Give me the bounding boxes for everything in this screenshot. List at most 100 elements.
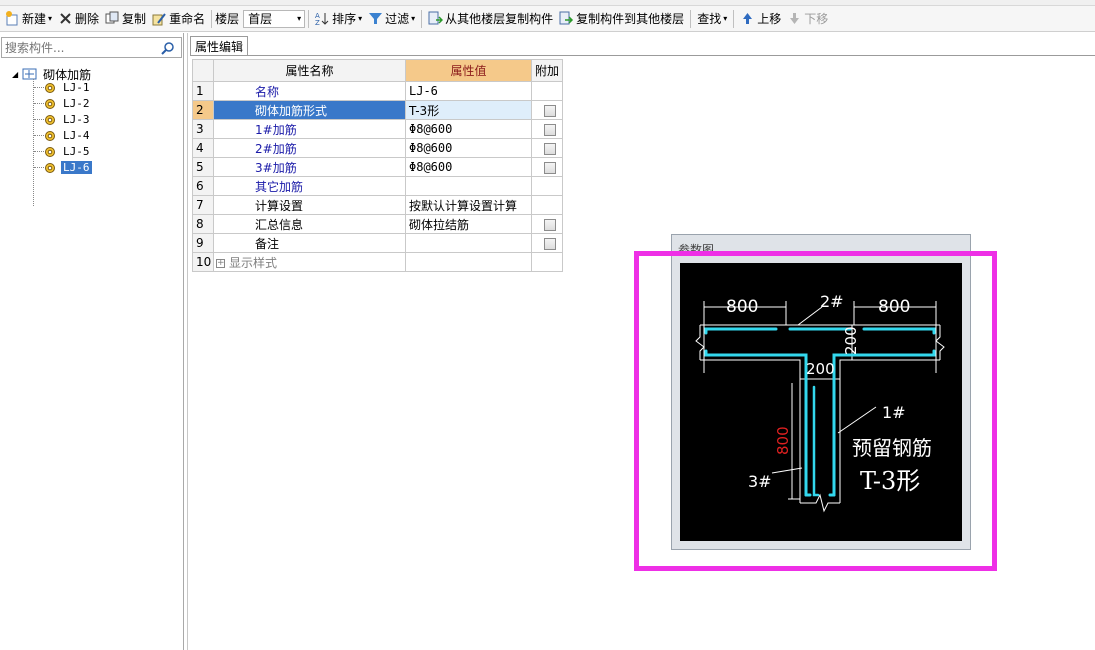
copy-icon <box>105 11 120 26</box>
extra-cell <box>531 100 563 120</box>
table-row[interactable]: 4 2#加筋 Φ8@600 <box>192 138 563 158</box>
gear-icon <box>45 162 55 173</box>
tree-item-lj1[interactable]: LJ-1 <box>44 80 92 95</box>
extra-checkbox[interactable] <box>544 237 556 250</box>
dim-web-800: 800 <box>774 426 792 455</box>
rename-button[interactable]: 重命名 <box>149 8 208 30</box>
corner-cell <box>192 59 214 82</box>
table-row[interactable]: 8 汇总信息 砌体拉结筋 <box>192 214 563 234</box>
row-number: 2 <box>192 100 214 120</box>
search-box <box>1 37 182 58</box>
property-name: 计算设置 <box>213 195 406 215</box>
row-number: 6 <box>192 176 214 196</box>
dim-right-800: 800 <box>878 297 910 317</box>
copy-from-floor-button[interactable]: 从其他楼层复制构件 <box>425 8 556 30</box>
new-button[interactable]: 新建 ▾ <box>2 8 55 30</box>
row-number: 10 <box>192 252 214 272</box>
header-extra[interactable]: 附加 <box>531 59 563 82</box>
extra-checkbox[interactable] <box>544 161 556 174</box>
new-icon <box>5 11 20 26</box>
extra-checkbox[interactable] <box>544 123 556 136</box>
dim-flange-200: 200 <box>842 326 860 355</box>
search-input[interactable] <box>2 38 156 57</box>
property-name: 2#加筋 <box>213 138 406 158</box>
header-value[interactable]: 属性值 <box>405 59 532 82</box>
arrow-up-icon <box>740 11 755 26</box>
property-value[interactable]: 砌体拉结筋 <box>405 214 532 234</box>
expand-plus-icon[interactable]: + <box>216 258 225 268</box>
label-2-bar: 2# <box>820 292 844 311</box>
tree-item-lj3[interactable]: LJ-3 <box>44 112 92 127</box>
table-row[interactable]: 7 计算设置 按默认计算设置计算 <box>192 195 563 215</box>
move-up-button[interactable]: 上移 <box>737 8 784 30</box>
floor-label: 楼层 <box>215 12 240 26</box>
dim-left-800: 800 <box>726 297 758 317</box>
tree-item-lj2[interactable]: LJ-2 <box>44 96 92 111</box>
component-tree-panel: ◢ 砌体加筋 LJ-1 LJ-2 LJ-3 LJ-4 LJ-5 <box>0 33 184 650</box>
filter-icon <box>368 11 383 26</box>
property-name: 其它加筋 <box>213 176 406 196</box>
table-row[interactable]: 3 1#加筋 Φ8@600 <box>192 119 563 139</box>
extra-cell <box>531 176 563 196</box>
copy-button[interactable]: 复制 <box>102 8 149 30</box>
table-row[interactable]: 9 备注 <box>192 233 563 253</box>
property-name: 汇总信息 <box>213 214 406 234</box>
copy-to-floor-button[interactable]: 复制构件到其他楼层 <box>556 8 687 30</box>
row-number: 9 <box>192 233 214 253</box>
copy-to-floor-icon <box>559 11 574 26</box>
rename-icon <box>152 11 167 26</box>
extra-checkbox[interactable] <box>544 142 556 155</box>
find-button[interactable]: 查找 ▾ <box>694 8 730 30</box>
tree-item-lj6[interactable]: LJ-6 <box>44 160 92 175</box>
tree-item-lj4[interactable]: LJ-4 <box>44 128 92 143</box>
property-name: 砌体加筋形式 <box>213 100 406 120</box>
sort-icon: AZ <box>315 11 330 27</box>
gear-icon <box>45 82 55 93</box>
extra-cell <box>531 233 563 253</box>
gear-icon <box>45 114 55 125</box>
table-row[interactable]: 6 其它加筋 <box>192 176 563 196</box>
search-icon <box>161 41 174 55</box>
property-value[interactable]: T-3形 <box>405 100 532 120</box>
extra-checkbox[interactable] <box>544 218 556 231</box>
table-row[interactable]: 10 + 显示样式 <box>192 252 563 272</box>
row-number: 4 <box>192 138 214 158</box>
extra-cell <box>531 214 563 234</box>
extra-checkbox[interactable] <box>544 104 556 117</box>
filter-button[interactable]: 过滤 ▾ <box>365 8 418 30</box>
property-value[interactable]: Φ8@600 <box>405 119 532 139</box>
property-value[interactable] <box>405 176 532 196</box>
property-value[interactable] <box>405 252 532 272</box>
property-value[interactable]: Φ8@600 <box>405 138 532 158</box>
collapse-triangle-icon[interactable]: ◢ <box>12 70 18 79</box>
panel-title: 参数图 <box>678 243 715 257</box>
property-value[interactable]: Φ8@600 <box>405 157 532 177</box>
header-name[interactable]: 属性名称 <box>213 59 406 82</box>
property-name-group[interactable]: + 显示样式 <box>213 252 406 272</box>
row-number: 1 <box>192 81 214 101</box>
extra-cell <box>531 119 563 139</box>
svg-text:Z: Z <box>315 19 320 26</box>
delete-button[interactable]: 删除 <box>55 8 102 30</box>
property-value[interactable]: LJ-6 <box>405 81 532 101</box>
extra-cell <box>531 81 563 101</box>
caption-reserved-rebar: 预留钢筋 <box>852 436 932 460</box>
property-name: 备注 <box>213 233 406 253</box>
tree-item-lj5[interactable]: LJ-5 <box>44 144 92 159</box>
sort-button[interactable]: AZ 排序 ▾ <box>312 8 365 30</box>
arrow-down-icon <box>787 11 802 26</box>
table-row[interactable]: 5 3#加筋 Φ8@600 <box>192 157 563 177</box>
table-row[interactable]: 2 砌体加筋形式 T-3形 <box>192 100 563 120</box>
extra-cell <box>531 138 563 158</box>
move-down-button[interactable]: 下移 <box>784 8 831 30</box>
property-value[interactable]: 按默认计算设置计算 <box>405 195 532 215</box>
search-button[interactable] <box>156 38 180 57</box>
gear-icon <box>45 130 55 141</box>
property-value[interactable] <box>405 233 532 253</box>
tab-property-edit[interactable]: 属性编辑 <box>190 36 249 56</box>
table-row[interactable]: 1 名称 LJ-6 <box>192 81 563 101</box>
gear-icon <box>45 98 55 109</box>
floor-select[interactable]: 首层 ▾ <box>243 9 306 28</box>
property-grid: 属性名称 属性值 附加 1 名称 LJ-6 2 砌体加筋形式 T-3形 3 1#… <box>192 59 563 272</box>
extra-cell <box>531 252 563 272</box>
